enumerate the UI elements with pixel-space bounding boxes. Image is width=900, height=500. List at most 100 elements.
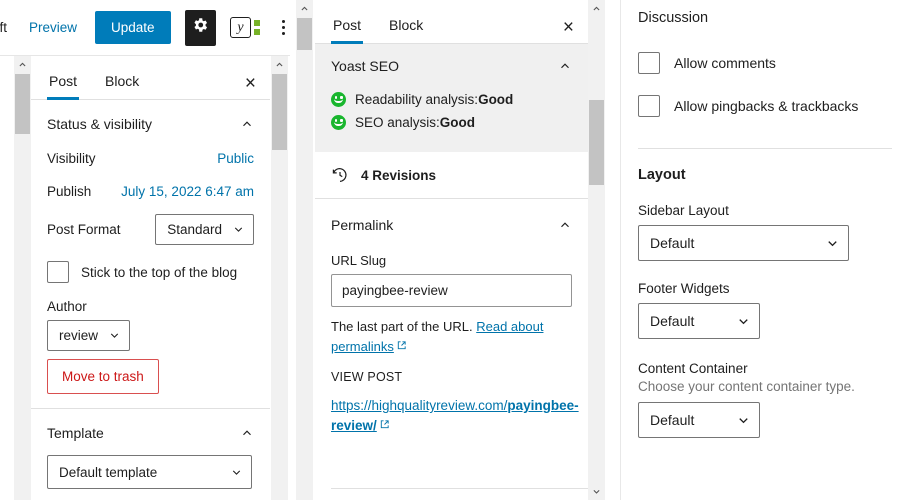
close-sidebar-icon[interactable]: × bbox=[563, 18, 574, 37]
tab-block[interactable]: Block bbox=[387, 18, 437, 43]
permalink-title: Permalink bbox=[331, 217, 394, 233]
publish-row: Publish July 15, 2022 6:47 am bbox=[31, 175, 270, 208]
save-draft-button[interactable]: aft bbox=[0, 20, 7, 35]
author-select[interactable]: review bbox=[47, 320, 131, 351]
layout-title: Layout bbox=[638, 167, 686, 183]
allow-pingbacks-label: Allow pingbacks & trackbacks bbox=[674, 98, 859, 114]
content-container-value: Default bbox=[650, 412, 695, 428]
panel2-tabbar: Post Block × bbox=[315, 0, 588, 44]
readability-analysis-row[interactable]: Readability analysis: Good bbox=[315, 88, 588, 111]
sticky-post-label: Stick to the top of the blog bbox=[81, 264, 238, 280]
permalink-section-header[interactable]: Permalink bbox=[315, 199, 588, 245]
scroll-up-icon[interactable] bbox=[588, 0, 605, 17]
revisions-row[interactable]: 4 Revisions bbox=[315, 152, 588, 199]
panel2-bottom-divider bbox=[331, 488, 588, 500]
allow-pingbacks-checkbox[interactable] bbox=[638, 95, 660, 117]
sticky-post-checkbox[interactable] bbox=[47, 261, 69, 283]
scroll-up-icon[interactable] bbox=[296, 0, 313, 17]
chevron-down-icon bbox=[108, 329, 121, 342]
gear-icon bbox=[191, 16, 209, 39]
allow-comments-row[interactable]: Allow comments bbox=[638, 40, 892, 81]
chevron-down-icon bbox=[232, 223, 245, 236]
external-link-icon bbox=[396, 337, 407, 349]
status-visibility-section-header[interactable]: Status & visibility bbox=[31, 100, 270, 142]
seo-analysis-label: SEO analysis: bbox=[355, 115, 440, 130]
post-format-value: Standard bbox=[167, 222, 222, 237]
yoast-seo-button[interactable]: y bbox=[230, 17, 261, 38]
panel1-tabbar: Post Block × bbox=[31, 56, 270, 100]
post-settings-panel: Post Block × Status & visibility Visibil… bbox=[30, 56, 270, 500]
panel1-right-scrollbar[interactable] bbox=[271, 56, 288, 500]
preview-button[interactable]: Preview bbox=[29, 20, 77, 35]
visibility-label: Visibility bbox=[47, 151, 96, 166]
panel1-left-scrollbar[interactable] bbox=[14, 56, 31, 500]
yoast-permalink-panel: Post Block × Yoast SEO Readability analy… bbox=[315, 0, 588, 500]
discussion-title: Discussion bbox=[638, 10, 709, 26]
view-post-label: VIEW POST bbox=[331, 370, 403, 384]
tab-post[interactable]: Post bbox=[331, 18, 375, 44]
tab-post[interactable]: Post bbox=[47, 74, 91, 100]
update-button[interactable]: Update bbox=[95, 11, 171, 44]
publish-label: Publish bbox=[47, 184, 92, 199]
yoast-section-header[interactable]: Yoast SEO bbox=[315, 44, 588, 88]
url-slug-input[interactable]: payingbee-review bbox=[331, 274, 572, 307]
allow-pingbacks-row[interactable]: Allow pingbacks & trackbacks bbox=[638, 81, 892, 124]
permalink-help-text: The last part of the URL. Read about per… bbox=[315, 307, 588, 356]
revisions-count-label: 4 Revisions bbox=[361, 167, 437, 183]
panel2-right-scroll-thumb[interactable] bbox=[589, 100, 604, 185]
content-container-select[interactable]: Default bbox=[638, 402, 760, 438]
panel2-right-scrollbar[interactable] bbox=[588, 0, 605, 500]
yoast-logo-icon: y bbox=[230, 17, 252, 38]
seo-analysis-row[interactable]: SEO analysis: Good bbox=[315, 111, 588, 134]
chevron-down-icon bbox=[736, 314, 751, 329]
readability-analysis-label: Readability analysis: bbox=[355, 92, 479, 107]
editor-toolbar: aft Preview Update y bbox=[0, 0, 290, 56]
visibility-value-button[interactable]: Public bbox=[217, 151, 254, 166]
more-options-icon[interactable] bbox=[276, 20, 290, 35]
seo-analysis-value: Good bbox=[439, 115, 476, 130]
publish-date-button[interactable]: July 15, 2022 6:47 am bbox=[121, 184, 254, 199]
scroll-down-icon[interactable] bbox=[588, 483, 605, 500]
scroll-up-icon[interactable] bbox=[14, 56, 31, 73]
allow-comments-checkbox[interactable] bbox=[638, 52, 660, 74]
chevron-down-icon bbox=[736, 413, 751, 428]
panel1-left-scroll-thumb[interactable] bbox=[15, 74, 30, 134]
panel1-right-scroll-thumb[interactable] bbox=[272, 74, 287, 150]
post-format-row: Post Format Standard bbox=[31, 208, 270, 251]
view-post-url-base: https://highqualityreview.com/ bbox=[331, 398, 508, 413]
panel2-left-scrollbar[interactable] bbox=[296, 0, 313, 500]
view-post-link[interactable]: https://highqualityreview.com/payingbee-… bbox=[331, 398, 579, 433]
chevron-up-icon bbox=[240, 117, 254, 131]
chevron-up-icon bbox=[558, 218, 572, 232]
view-post-url-row: https://highqualityreview.com/payingbee-… bbox=[315, 384, 588, 435]
template-value: Default template bbox=[59, 464, 158, 480]
footer-widgets-value: Default bbox=[650, 313, 695, 329]
url-slug-label: URL Slug bbox=[331, 253, 387, 268]
external-link-icon bbox=[379, 416, 390, 428]
chevron-down-icon bbox=[825, 236, 840, 251]
sticky-post-row[interactable]: Stick to the top of the blog bbox=[31, 251, 270, 289]
template-select[interactable]: Default template bbox=[47, 455, 252, 489]
revision-history-icon bbox=[331, 166, 349, 184]
post-format-label: Post Format bbox=[47, 222, 121, 237]
smiley-good-icon bbox=[331, 115, 346, 130]
move-to-trash-button[interactable]: Move to trash bbox=[47, 359, 159, 394]
footer-widgets-select[interactable]: Default bbox=[638, 303, 760, 339]
template-title: Template bbox=[47, 425, 104, 441]
sidebar-layout-value: Default bbox=[650, 235, 695, 251]
chevron-down-icon bbox=[230, 466, 243, 479]
settings-gear-button[interactable] bbox=[184, 9, 217, 46]
template-section-header[interactable]: Template bbox=[31, 409, 270, 451]
panel3-divider bbox=[638, 148, 892, 149]
post-format-select[interactable]: Standard bbox=[155, 214, 254, 245]
close-sidebar-icon[interactable]: × bbox=[245, 74, 256, 93]
readability-analysis-value: Good bbox=[478, 92, 514, 107]
footer-widgets-label: Footer Widgets bbox=[638, 281, 730, 296]
content-container-label: Content Container bbox=[638, 361, 748, 376]
sidebar-layout-label: Sidebar Layout bbox=[638, 203, 729, 218]
panel2-left-scroll-thumb[interactable] bbox=[297, 18, 312, 50]
visibility-row: Visibility Public bbox=[31, 142, 270, 175]
tab-block[interactable]: Block bbox=[103, 74, 153, 99]
scroll-up-icon[interactable] bbox=[271, 56, 288, 73]
sidebar-layout-select[interactable]: Default bbox=[638, 225, 849, 261]
